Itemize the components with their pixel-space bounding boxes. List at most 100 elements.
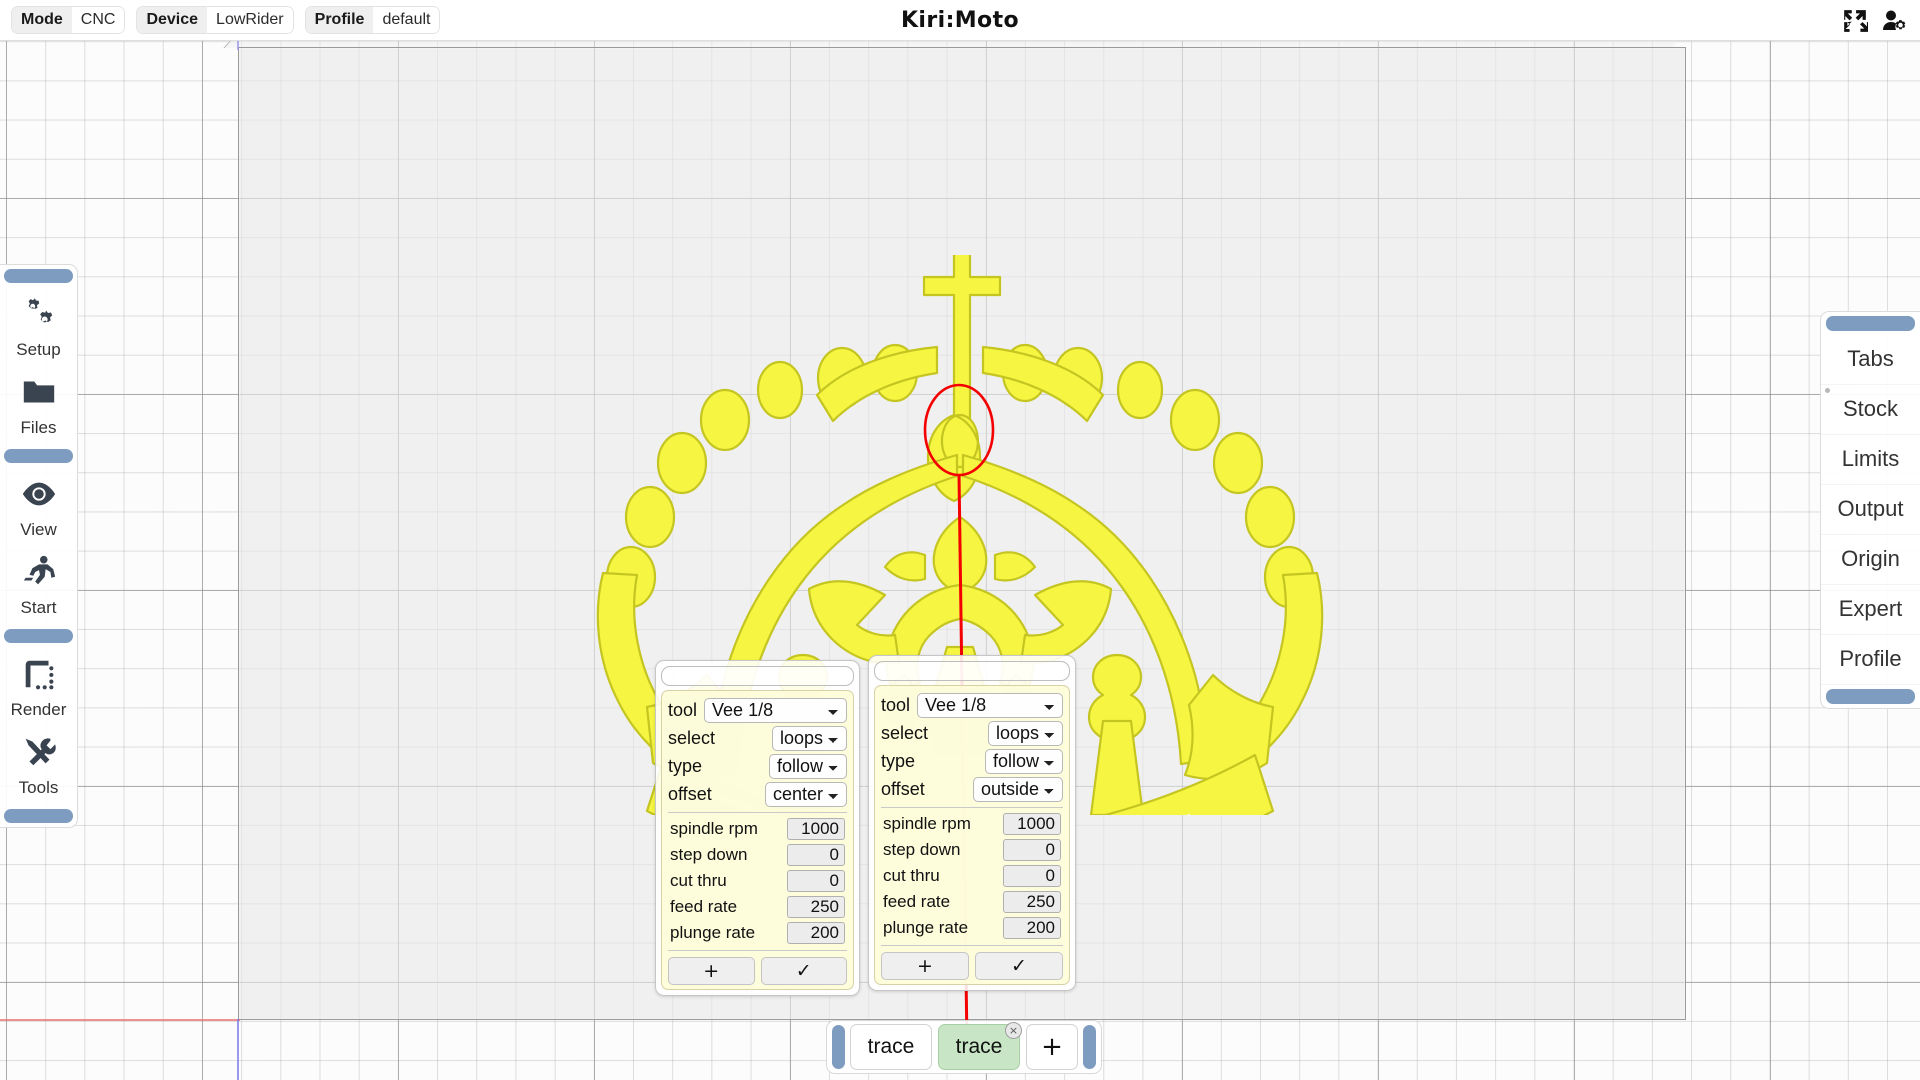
op2-tool-label: tool	[881, 694, 911, 715]
operation-panel-1[interactable]: tool Vee 1/8 select loops type follow of…	[655, 660, 860, 996]
op2-plunge-rate-input[interactable]	[1003, 917, 1061, 939]
op-panel-2-drag-handle[interactable]	[874, 661, 1070, 681]
op2-select-label: select	[881, 722, 929, 743]
op-tab-add-button[interactable]: +	[1026, 1024, 1078, 1070]
operation-tab-bar: trace trace × +	[826, 1020, 1102, 1074]
operation-panel-2[interactable]: tool Vee 1/8 select loops type follow of…	[868, 655, 1076, 991]
sidebar-item-setup-label: Setup	[16, 340, 61, 359]
op1-divider	[668, 812, 847, 813]
sidebar-item-render-label: Render	[10, 700, 67, 719]
gears-icon	[20, 295, 58, 338]
pill-device-key: Device	[137, 7, 208, 33]
op1-row-spindle-rpm: spindle rpm	[668, 816, 847, 842]
sidebar-item-files-label: Files	[20, 418, 57, 437]
op-tab-trace-2-label: trace	[955, 1035, 1003, 1058]
op1-type-select[interactable]: follow	[769, 753, 847, 779]
rail-cap-bottom	[4, 809, 73, 823]
op2-offset-select[interactable]: outside	[973, 776, 1063, 802]
op-panel-1-drag-handle[interactable]	[661, 666, 854, 686]
sidebar-item-start[interactable]: Start	[0, 546, 77, 624]
axis-y-line	[237, 1019, 239, 1080]
op2-step-down-input[interactable]	[1003, 839, 1061, 861]
menu-item-tabs[interactable]: Tabs	[1821, 335, 1920, 385]
rail-separator-1	[4, 449, 73, 463]
op1-row-tool: tool Vee 1/8	[668, 696, 847, 724]
op1-feed-rate-input[interactable]	[787, 896, 845, 918]
menu-item-origin[interactable]: Origin	[1821, 535, 1920, 585]
sidebar-item-tools[interactable]: Tools	[0, 726, 77, 804]
op2-cut-thru-input[interactable]	[1003, 865, 1061, 887]
sidebar-item-render[interactable]: Render	[0, 648, 77, 726]
op1-tool-select[interactable]: Vee 1/8	[704, 697, 847, 723]
op-tab-trace-2[interactable]: trace ×	[938, 1022, 1022, 1070]
op1-spindle-rpm-input[interactable]	[787, 818, 845, 840]
op1-select-select[interactable]: loops	[772, 725, 847, 751]
right-menu-rail: Tabs Stock Limits Output Origin Expert P…	[1820, 311, 1920, 709]
op2-divider-2	[881, 945, 1063, 946]
pill-profile[interactable]: Profile default	[304, 6, 441, 34]
op2-type-label: type	[881, 750, 916, 771]
pill-mode[interactable]: Mode CNC	[11, 6, 126, 34]
op2-row-cut-thru: cut thru	[881, 863, 1063, 889]
op1-step-down-input[interactable]	[787, 844, 845, 866]
op2-select-select[interactable]: loops	[988, 720, 1063, 746]
op2-row-plunge-rate: plunge rate	[881, 915, 1063, 941]
op2-divider	[881, 807, 1063, 808]
menu-item-output[interactable]: Output	[1821, 485, 1920, 535]
corner-dots-icon	[20, 655, 58, 698]
op1-row-plunge-rate: plunge rate	[668, 920, 847, 946]
menu-item-expert[interactable]: Expert	[1821, 585, 1920, 635]
op1-step-down-label: step down	[670, 845, 748, 864]
op2-buttons: + ✓	[881, 952, 1063, 980]
op-tab-trace-1[interactable]: trace	[850, 1024, 932, 1070]
op1-row-feed-rate: feed rate	[668, 894, 847, 920]
sidebar-item-files[interactable]: Files	[0, 366, 77, 444]
op-panel-1-body: tool Vee 1/8 select loops type follow of…	[661, 690, 854, 990]
fullscreen-icon[interactable]	[1842, 8, 1868, 34]
sidebar-item-view[interactable]: View	[0, 468, 77, 546]
app-root: Mode CNC Device LowRider Profile default…	[0, 0, 1920, 1080]
axis-x-line	[0, 1019, 240, 1021]
op1-confirm-button[interactable]: ✓	[760, 957, 847, 985]
op-tab-trace-1-label: trace	[867, 1035, 915, 1058]
op2-type-select[interactable]: follow	[985, 748, 1063, 774]
op1-row-type: type follow	[668, 752, 847, 780]
op-tab-close-icon[interactable]: ×	[1005, 1022, 1022, 1039]
op2-add-button[interactable]: +	[881, 952, 969, 980]
op-tabs-endcap-left	[832, 1025, 845, 1069]
op-panel-2-body: tool Vee 1/8 select loops type follow of…	[874, 685, 1070, 985]
pill-profile-value[interactable]: default	[373, 7, 440, 33]
op2-tool-select[interactable]: Vee 1/8	[917, 692, 1063, 718]
op2-row-type: type follow	[881, 747, 1063, 775]
pill-mode-value[interactable]: CNC	[71, 7, 125, 33]
op2-step-down-label: step down	[883, 840, 961, 859]
menu-item-stock[interactable]: Stock	[1821, 385, 1920, 435]
op2-offset-label: offset	[881, 778, 925, 799]
op2-spindle-rpm-input[interactable]	[1003, 813, 1061, 835]
op1-plunge-rate-input[interactable]	[787, 922, 845, 944]
op2-confirm-button[interactable]: ✓	[975, 952, 1063, 980]
menu-item-profile[interactable]: Profile	[1821, 635, 1920, 685]
op2-row-tool: tool Vee 1/8	[881, 691, 1063, 719]
op1-cut-thru-label: cut thru	[670, 871, 727, 890]
op1-row-step-down: step down	[668, 842, 847, 868]
op1-cut-thru-input[interactable]	[787, 870, 845, 892]
user-settings-icon[interactable]	[1882, 8, 1908, 34]
op1-row-select: select loops	[668, 724, 847, 752]
op1-select-label: select	[668, 727, 716, 748]
eye-icon	[20, 475, 58, 518]
pill-mode-key: Mode	[12, 7, 72, 33]
op1-type-label: type	[668, 755, 703, 776]
op1-divider-2	[668, 950, 847, 951]
pill-device-value[interactable]: LowRider	[207, 7, 293, 33]
pill-device[interactable]: Device LowRider	[136, 6, 294, 34]
op1-add-button[interactable]: +	[668, 957, 755, 985]
op1-offset-select[interactable]: center	[765, 781, 847, 807]
right-rail-cap-bottom	[1826, 689, 1915, 704]
op1-row-cut-thru: cut thru	[668, 868, 847, 894]
sidebar-item-tools-label: Tools	[18, 778, 59, 797]
op2-feed-rate-input[interactable]	[1003, 891, 1061, 913]
menu-item-limits[interactable]: Limits	[1821, 435, 1920, 485]
sidebar-item-start-label: Start	[20, 598, 57, 617]
sidebar-item-setup[interactable]: Setup	[0, 288, 77, 366]
